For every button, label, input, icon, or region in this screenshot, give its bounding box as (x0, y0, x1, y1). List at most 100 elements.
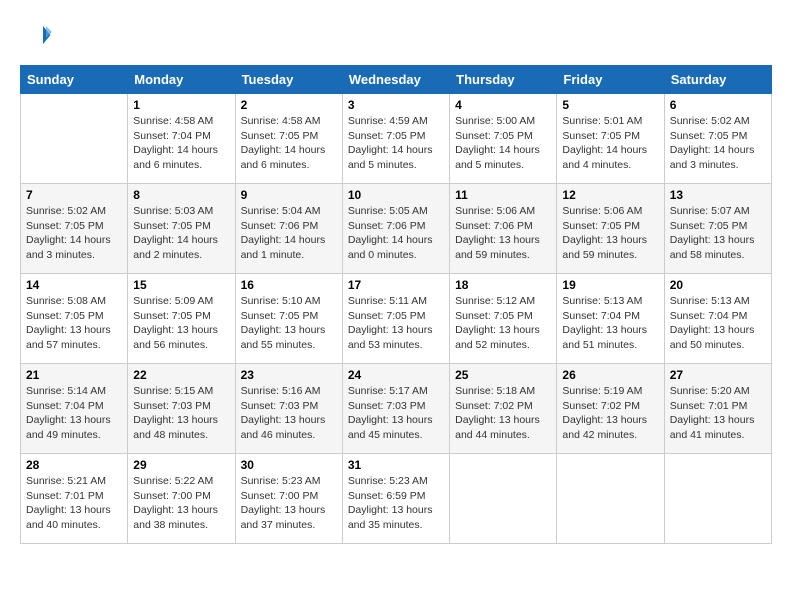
day-number: 16 (241, 278, 337, 292)
day-number: 10 (348, 188, 444, 202)
day-number: 7 (26, 188, 122, 202)
calendar-cell: 3 Sunrise: 4:59 AMSunset: 7:05 PMDaylight… (342, 94, 449, 184)
header-friday: Friday (557, 66, 664, 94)
calendar-cell: 29Sunrise: 5:22 AMSunset: 7:00 PMDayligh… (128, 454, 235, 544)
day-number: 6 (670, 98, 766, 112)
calendar-cell: 1 Sunrise: 4:58 AMSunset: 7:04 PMDaylight… (128, 94, 235, 184)
day-info: Sunrise: 5:11 AMSunset: 7:05 PMDaylight:… (348, 294, 444, 353)
calendar-cell (450, 454, 557, 544)
calendar-cell: 13 Sunrise: 5:07 AMSunset: 7:05 PMDayligh… (664, 184, 771, 274)
calendar-cell: 22 Sunrise: 5:15 AMSunset: 7:03 PMDayligh… (128, 364, 235, 454)
week-row-2: 14 Sunrise: 5:08 AMSunset: 7:05 PMDayligh… (21, 274, 772, 364)
calendar-cell: 30 Sunrise: 5:23 AMSunset: 7:00 PMDayligh… (235, 454, 342, 544)
header-row: SundayMondayTuesdayWednesdayThursdayFrid… (21, 66, 772, 94)
day-info: Sunrise: 5:14 AMSunset: 7:04 PMDaylight:… (26, 384, 122, 443)
day-info: Sunrise: 5:08 AMSunset: 7:05 PMDaylight:… (26, 294, 122, 353)
calendar-cell: 7Sunrise: 5:02 AMSunset: 7:05 PMDaylight… (21, 184, 128, 274)
calendar-cell: 20 Sunrise: 5:13 AMSunset: 7:04 PMDayligh… (664, 274, 771, 364)
day-number: 9 (241, 188, 337, 202)
day-number: 26 (562, 368, 658, 382)
day-info: Sunrise: 5:13 AMSunset: 7:04 PMDaylight:… (670, 294, 766, 353)
calendar-cell: 14 Sunrise: 5:08 AMSunset: 7:05 PMDayligh… (21, 274, 128, 364)
day-number: 5 (562, 98, 658, 112)
day-info: Sunrise: 5:10 AMSunset: 7:05 PMDaylight:… (241, 294, 337, 353)
calendar-cell: 10 Sunrise: 5:05 AMSunset: 7:06 PMDayligh… (342, 184, 449, 274)
calendar-cell: 2 Sunrise: 4:58 AMSunset: 7:05 PMDaylight… (235, 94, 342, 184)
calendar-cell: 11 Sunrise: 5:06 AMSunset: 7:06 PMDayligh… (450, 184, 557, 274)
day-number: 22 (133, 368, 229, 382)
day-number: 3 (348, 98, 444, 112)
day-info: Sunrise: 5:21 AMSunset: 7:01 PMDaylight:… (26, 474, 122, 533)
day-info: Sunrise: 5:13 AMSunset: 7:04 PMDaylight:… (562, 294, 658, 353)
calendar-cell: 18Sunrise: 5:12 AMSunset: 7:05 PMDayligh… (450, 274, 557, 364)
calendar-cell: 26Sunrise: 5:19 AMSunset: 7:02 PMDayligh… (557, 364, 664, 454)
day-number: 15 (133, 278, 229, 292)
day-number: 27 (670, 368, 766, 382)
day-info: Sunrise: 5:07 AMSunset: 7:05 PMDaylight:… (670, 204, 766, 263)
day-number: 4 (455, 98, 551, 112)
calendar-cell: 25 Sunrise: 5:18 AMSunset: 7:02 PMDayligh… (450, 364, 557, 454)
day-number: 30 (241, 458, 337, 472)
week-row-3: 21Sunrise: 5:14 AMSunset: 7:04 PMDayligh… (21, 364, 772, 454)
day-info: Sunrise: 5:06 AMSunset: 7:05 PMDaylight:… (562, 204, 658, 263)
header-thursday: Thursday (450, 66, 557, 94)
calendar-cell: 21Sunrise: 5:14 AMSunset: 7:04 PMDayligh… (21, 364, 128, 454)
day-number: 29 (133, 458, 229, 472)
day-info: Sunrise: 5:20 AMSunset: 7:01 PMDaylight:… (670, 384, 766, 443)
calendar-cell: 31 Sunrise: 5:23 AMSunset: 6:59 PMDayligh… (342, 454, 449, 544)
day-number: 31 (348, 458, 444, 472)
day-info: Sunrise: 5:17 AMSunset: 7:03 PMDaylight:… (348, 384, 444, 443)
day-info: Sunrise: 5:06 AMSunset: 7:06 PMDaylight:… (455, 204, 551, 263)
day-info: Sunrise: 5:23 AMSunset: 7:00 PMDaylight:… (241, 474, 337, 533)
page-header (20, 20, 772, 55)
day-number: 24 (348, 368, 444, 382)
day-number: 14 (26, 278, 122, 292)
week-row-0: 1 Sunrise: 4:58 AMSunset: 7:04 PMDaylight… (21, 94, 772, 184)
day-info: Sunrise: 4:58 AMSunset: 7:05 PMDaylight:… (241, 114, 337, 173)
day-info: Sunrise: 5:04 AMSunset: 7:06 PMDaylight:… (241, 204, 337, 263)
day-number: 12 (562, 188, 658, 202)
day-number: 2 (241, 98, 337, 112)
day-number: 17 (348, 278, 444, 292)
logo (20, 20, 52, 55)
calendar-cell: 12 Sunrise: 5:06 AMSunset: 7:05 PMDayligh… (557, 184, 664, 274)
day-info: Sunrise: 5:02 AMSunset: 7:05 PMDaylight:… (670, 114, 766, 173)
calendar-table: SundayMondayTuesdayWednesdayThursdayFrid… (20, 65, 772, 544)
calendar-cell: 6 Sunrise: 5:02 AMSunset: 7:05 PMDaylight… (664, 94, 771, 184)
day-number: 19 (562, 278, 658, 292)
day-info: Sunrise: 5:15 AMSunset: 7:03 PMDaylight:… (133, 384, 229, 443)
calendar-cell: 28Sunrise: 5:21 AMSunset: 7:01 PMDayligh… (21, 454, 128, 544)
header-sunday: Sunday (21, 66, 128, 94)
header-saturday: Saturday (664, 66, 771, 94)
day-info: Sunrise: 5:00 AMSunset: 7:05 PMDaylight:… (455, 114, 551, 173)
day-info: Sunrise: 5:18 AMSunset: 7:02 PMDaylight:… (455, 384, 551, 443)
calendar-body: 1 Sunrise: 4:58 AMSunset: 7:04 PMDaylight… (21, 94, 772, 544)
calendar-cell: 8Sunrise: 5:03 AMSunset: 7:05 PMDaylight… (128, 184, 235, 274)
day-number: 1 (133, 98, 229, 112)
header-wednesday: Wednesday (342, 66, 449, 94)
day-number: 8 (133, 188, 229, 202)
calendar-cell: 24 Sunrise: 5:17 AMSunset: 7:03 PMDayligh… (342, 364, 449, 454)
calendar-header: SundayMondayTuesdayWednesdayThursdayFrid… (21, 66, 772, 94)
calendar-cell (21, 94, 128, 184)
calendar-cell: 27 Sunrise: 5:20 AMSunset: 7:01 PMDayligh… (664, 364, 771, 454)
calendar-cell (664, 454, 771, 544)
calendar-cell: 17 Sunrise: 5:11 AMSunset: 7:05 PMDayligh… (342, 274, 449, 364)
day-number: 25 (455, 368, 551, 382)
day-info: Sunrise: 5:09 AMSunset: 7:05 PMDaylight:… (133, 294, 229, 353)
calendar-cell: 23Sunrise: 5:16 AMSunset: 7:03 PMDayligh… (235, 364, 342, 454)
calendar-cell: 5Sunrise: 5:01 AMSunset: 7:05 PMDaylight… (557, 94, 664, 184)
day-info: Sunrise: 5:05 AMSunset: 7:06 PMDaylight:… (348, 204, 444, 263)
day-info: Sunrise: 4:59 AMSunset: 7:05 PMDaylight:… (348, 114, 444, 173)
day-info: Sunrise: 4:58 AMSunset: 7:04 PMDaylight:… (133, 114, 229, 173)
day-number: 18 (455, 278, 551, 292)
day-info: Sunrise: 5:23 AMSunset: 6:59 PMDaylight:… (348, 474, 444, 533)
logo-icon (22, 20, 52, 50)
calendar-cell: 16 Sunrise: 5:10 AMSunset: 7:05 PMDayligh… (235, 274, 342, 364)
week-row-4: 28Sunrise: 5:21 AMSunset: 7:01 PMDayligh… (21, 454, 772, 544)
day-number: 11 (455, 188, 551, 202)
calendar-cell: 9 Sunrise: 5:04 AMSunset: 7:06 PMDaylight… (235, 184, 342, 274)
day-number: 20 (670, 278, 766, 292)
header-tuesday: Tuesday (235, 66, 342, 94)
day-number: 13 (670, 188, 766, 202)
